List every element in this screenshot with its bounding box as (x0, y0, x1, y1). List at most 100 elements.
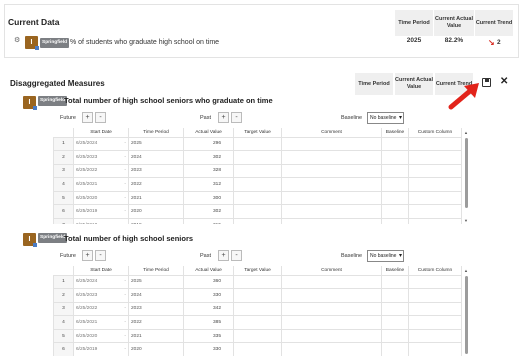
comment-cell[interactable] (281, 163, 382, 179)
comment-cell[interactable] (281, 328, 382, 344)
column-header[interactable]: Comment (281, 128, 382, 137)
baseline-cell[interactable] (381, 136, 409, 152)
time-period-cell[interactable]: 2020 (128, 342, 184, 356)
header-time-period[interactable]: Time Period (395, 10, 433, 36)
column-header[interactable]: Baseline (381, 128, 409, 137)
time-period-cell[interactable]: 2025 (128, 274, 184, 290)
custom-column-cell[interactable] (408, 301, 462, 317)
custom-column-cell[interactable] (408, 150, 462, 165)
actual-value-cell[interactable]: 302 (183, 204, 234, 220)
target-value-cell[interactable] (233, 136, 282, 152)
column-header[interactable]: Comment (281, 266, 382, 275)
start-date-cell[interactable]: 6/25/2022 (73, 163, 129, 179)
target-value-cell[interactable] (233, 342, 282, 356)
start-date-cell[interactable]: 6/25/2021 (73, 177, 129, 192)
baseline-cell[interactable] (381, 204, 409, 220)
start-date-cell[interactable]: 6/25/2022 (73, 301, 129, 317)
table-row[interactable]: 16/25/20242025360 (53, 274, 462, 290)
comment-cell[interactable] (281, 315, 382, 330)
actual-value-cell[interactable]: 328 (183, 163, 234, 179)
custom-column-cell[interactable] (408, 288, 462, 303)
dm-header-time-period[interactable]: Time Period (355, 73, 393, 95)
actual-value-cell[interactable]: 296 (183, 136, 234, 152)
start-date-cell[interactable]: 6/25/2023 (73, 150, 129, 165)
custom-column-cell[interactable] (408, 342, 462, 356)
column-header[interactable]: Actual Value (183, 266, 234, 275)
start-date-cell[interactable]: 6/25/2020 (73, 328, 129, 344)
time-period-cell[interactable]: 2024 (128, 288, 184, 303)
custom-column-cell[interactable] (408, 315, 462, 330)
measure1-future-remove-button[interactable]: - (95, 112, 106, 123)
target-value-cell[interactable] (233, 315, 282, 330)
column-header[interactable] (53, 266, 74, 275)
actual-value-cell[interactable]: 300 (183, 190, 234, 206)
column-header[interactable] (53, 128, 74, 137)
table-row[interactable]: 16/25/20242025296 (53, 136, 462, 152)
custom-column-cell[interactable] (408, 204, 462, 220)
table-row[interactable]: 26/25/20232024330 (53, 288, 462, 303)
baseline-cell[interactable] (381, 301, 409, 317)
time-period-cell[interactable]: 2022 (128, 315, 184, 330)
baseline-cell[interactable] (381, 288, 409, 303)
measure1-scrollbar[interactable]: ▲ ▼ (464, 130, 470, 224)
start-date-cell[interactable]: 6/25/2019 (73, 204, 129, 220)
column-header[interactable]: Custom Column (408, 266, 462, 275)
header-actual-value[interactable]: Current Actual Value (434, 10, 474, 36)
measure2-future-remove-button[interactable]: - (95, 250, 106, 261)
baseline-cell[interactable] (381, 190, 409, 206)
column-header[interactable]: Start Date (73, 266, 129, 275)
actual-value-cell[interactable]: 330 (183, 288, 234, 303)
save-icon[interactable] (482, 78, 491, 87)
comment-cell[interactable] (281, 288, 382, 303)
custom-column-cell[interactable] (408, 328, 462, 344)
actual-value-cell[interactable]: 360 (183, 274, 234, 290)
custom-column-cell[interactable] (408, 190, 462, 206)
table-row[interactable]: 76/25/20182019315 (53, 218, 462, 224)
column-header[interactable]: Target Value (233, 128, 282, 137)
measure2-future-add-button[interactable]: + (82, 250, 93, 261)
column-header[interactable]: Time Period (128, 128, 184, 137)
target-value-cell[interactable] (233, 150, 282, 165)
table-row[interactable]: 26/25/20232024302 (53, 150, 462, 165)
table-row[interactable]: 56/25/20202021335 (53, 328, 462, 344)
target-value-cell[interactable] (233, 301, 282, 317)
start-date-cell[interactable]: 6/25/2023 (73, 288, 129, 303)
measure1-past-add-button[interactable]: + (218, 112, 229, 123)
dm-header-actual-value[interactable]: Current Actual Value (395, 73, 433, 95)
target-value-cell[interactable] (233, 177, 282, 192)
target-value-cell[interactable] (233, 218, 282, 224)
actual-value-cell[interactable]: 312 (183, 177, 234, 192)
time-period-cell[interactable]: 2024 (128, 150, 184, 165)
start-date-cell[interactable]: 6/25/2024 (73, 136, 129, 152)
custom-column-cell[interactable] (408, 163, 462, 179)
measure1-baseline-select[interactable]: No baseline (367, 112, 404, 124)
custom-column-cell[interactable] (408, 177, 462, 192)
actual-value-cell[interactable]: 315 (183, 218, 234, 224)
custom-column-cell[interactable] (408, 136, 462, 152)
table-row[interactable]: 46/25/20212022312 (53, 177, 462, 192)
time-period-cell[interactable]: 2020 (128, 204, 184, 220)
comment-cell[interactable] (281, 177, 382, 192)
baseline-cell[interactable] (381, 328, 409, 344)
measure1-past-remove-button[interactable]: - (231, 112, 242, 123)
start-date-cell[interactable]: 6/25/2018 (73, 218, 129, 224)
comment-cell[interactable] (281, 301, 382, 317)
comment-cell[interactable] (281, 218, 382, 224)
start-date-cell[interactable]: 6/25/2021 (73, 315, 129, 330)
column-header[interactable]: Target Value (233, 266, 282, 275)
column-header[interactable]: Custom Column (408, 128, 462, 137)
time-period-cell[interactable]: 2021 (128, 328, 184, 344)
time-period-cell[interactable]: 2021 (128, 190, 184, 206)
column-header[interactable]: Time Period (128, 266, 184, 275)
table-row[interactable]: 56/25/20202021300 (53, 190, 462, 206)
actual-value-cell[interactable]: 302 (183, 150, 234, 165)
actual-value-cell[interactable]: 342 (183, 301, 234, 317)
start-date-cell[interactable]: 6/25/2024 (73, 274, 129, 290)
column-header[interactable]: Baseline (381, 266, 409, 275)
measure1-future-add-button[interactable]: + (82, 112, 93, 123)
table-row[interactable]: 66/25/20192020330 (53, 342, 462, 356)
time-period-cell[interactable]: 2023 (128, 163, 184, 179)
baseline-cell[interactable] (381, 274, 409, 290)
target-value-cell[interactable] (233, 204, 282, 220)
baseline-cell[interactable] (381, 342, 409, 356)
